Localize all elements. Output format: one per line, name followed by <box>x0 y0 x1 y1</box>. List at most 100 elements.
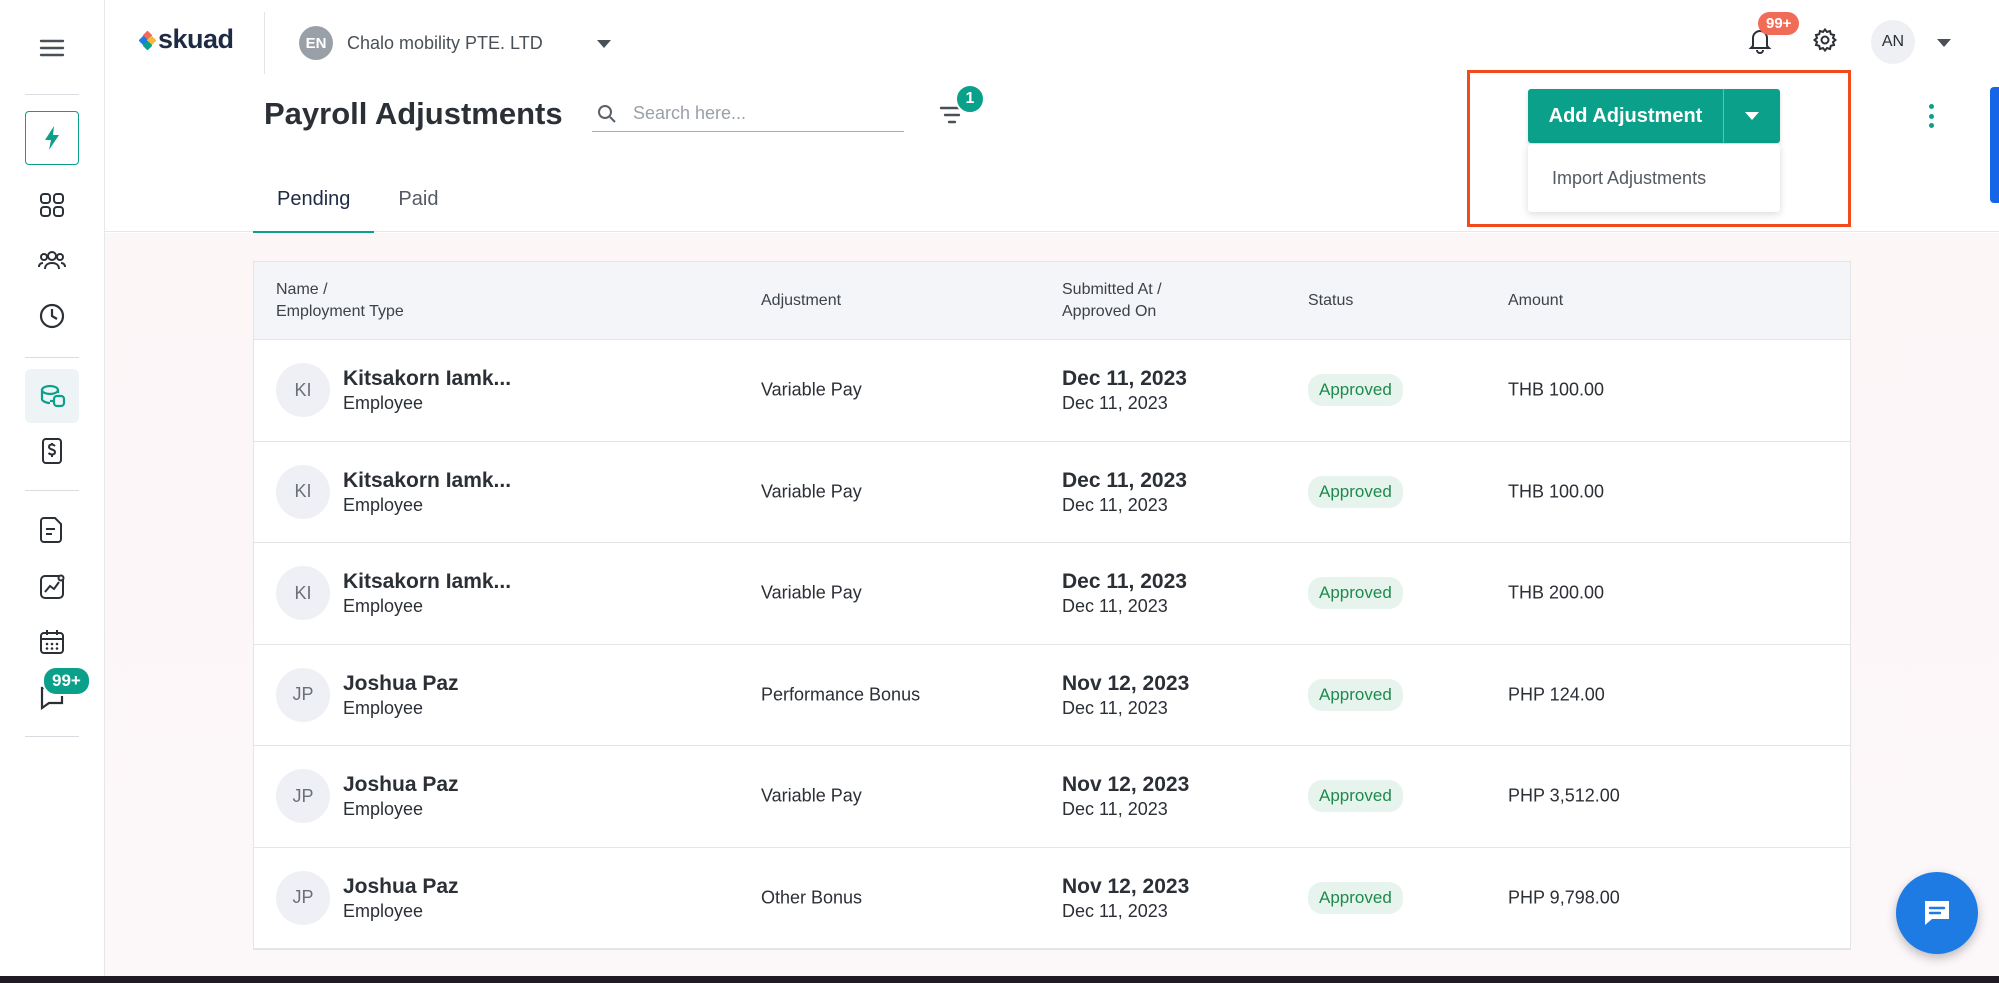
add-adjustment-button[interactable]: Add Adjustment <box>1528 89 1723 143</box>
adjustment-type: Variable Pay <box>761 582 862 603</box>
sidebar-divider <box>25 490 79 491</box>
tab-pending[interactable]: Pending <box>253 180 375 234</box>
employee-name[interactable]: Joshua Paz <box>343 772 459 798</box>
name-cell: Joshua Paz Employee <box>343 671 459 719</box>
sidebar-item-team[interactable] <box>25 233 79 287</box>
chart-icon <box>40 574 65 599</box>
sidebar-item-time[interactable] <box>25 289 79 343</box>
gear-icon[interactable] <box>1812 27 1838 53</box>
approved-date: Dec 11, 2023 <box>1062 494 1168 515</box>
employment-type: Employee <box>343 596 424 617</box>
status-badge: Approved <box>1308 475 1403 508</box>
filter-count-badge: 1 <box>955 84 985 114</box>
logo-mark-icon <box>138 30 157 50</box>
status-badge: Approved <box>1308 577 1403 610</box>
scroll-indicator[interactable] <box>1990 87 1999 203</box>
adjustment-type: Variable Pay <box>761 481 862 502</box>
column-header-adjustment[interactable]: Adjustment <box>761 290 841 312</box>
table-row[interactable]: KI Kitsakorn Iamk... Employee Variable Pay D… <box>254 340 1850 442</box>
employment-type: Employee <box>343 393 424 414</box>
grid-icon <box>40 193 64 217</box>
employee-avatar: KI <box>276 464 330 519</box>
table-body: KI Kitsakorn Iamk... Employee Variable Pay D… <box>254 340 1850 949</box>
employment-type: Employee <box>343 697 424 718</box>
column-header-status[interactable]: Status <box>1308 290 1353 312</box>
adjustments-table: Name / Employment Type Adjustment Submit… <box>253 261 1851 950</box>
lightning-icon <box>45 126 59 150</box>
dates-cell: Dec 11, 2023 Dec 11, 2023 <box>1062 468 1187 516</box>
amount: THB 200.00 <box>1508 582 1605 603</box>
chat-button[interactable] <box>1896 872 1978 954</box>
org-switcher[interactable]: EN Chalo mobility PTE. LTD <box>299 26 543 60</box>
employee-name[interactable]: Kitsakorn Iamk... <box>343 468 511 494</box>
caret-down-icon[interactable] <box>1937 39 1951 47</box>
sidebar: 99+ <box>0 0 105 983</box>
employee-name[interactable]: Kitsakorn Iamk... <box>343 569 511 595</box>
sidebar-item-reports[interactable] <box>25 560 79 614</box>
submitted-date: Dec 11, 2023 <box>1062 468 1187 492</box>
table-row[interactable]: JP Joshua Paz Employee Variable Pay Nov 12, … <box>254 746 1850 848</box>
amount: PHP 124.00 <box>1508 684 1605 705</box>
column-header-amount[interactable]: Amount <box>1508 290 1563 312</box>
people-icon <box>38 251 66 270</box>
employee-avatar: KI <box>276 363 330 418</box>
menu-item-import-adjustments[interactable]: Import Adjustments <box>1552 168 1706 189</box>
dates-cell: Dec 11, 2023 Dec 11, 2023 <box>1062 366 1187 414</box>
tab-paid[interactable]: Paid <box>374 180 462 233</box>
table-row[interactable]: JP Joshua Paz Employee Performance Bonus Nov… <box>254 644 1850 746</box>
search-input[interactable] <box>633 103 873 124</box>
hamburger-icon <box>39 39 65 57</box>
skuad-logo[interactable]: skuad <box>138 24 234 55</box>
more-options-icon[interactable] <box>1923 101 1939 131</box>
employee-name[interactable]: Joshua Paz <box>343 671 459 697</box>
tabs: Pending Paid <box>253 180 462 234</box>
sidebar-item-dashboard[interactable] <box>25 178 79 232</box>
approved-date: Dec 11, 2023 <box>1062 799 1168 820</box>
amount: THB 100.00 <box>1508 481 1605 502</box>
main-content: Name / Employment Type Adjustment Submit… <box>105 233 1999 976</box>
status-badge: Approved <box>1308 881 1403 914</box>
menu-button[interactable] <box>25 21 79 75</box>
dates-cell: Nov 12, 2023 Dec 11, 2023 <box>1062 671 1189 719</box>
employee-avatar: JP <box>276 667 330 722</box>
submitted-date: Dec 11, 2023 <box>1062 367 1187 391</box>
add-adjustment-dropdown-toggle[interactable] <box>1723 89 1780 143</box>
sidebar-item-payroll[interactable] <box>25 369 79 423</box>
logo-text: skuad <box>158 24 234 54</box>
caret-down-icon[interactable] <box>597 40 611 48</box>
sidebar-item-quick-actions[interactable] <box>25 111 79 165</box>
sidebar-item-invoices[interactable] <box>25 424 79 478</box>
employee-name[interactable]: Kitsakorn Iamk... <box>343 366 511 392</box>
dates-cell: Nov 12, 2023 Dec 11, 2023 <box>1062 874 1189 922</box>
window-bottom-edge <box>0 976 1999 983</box>
employee-avatar: JP <box>276 769 330 824</box>
adjustment-type: Performance Bonus <box>761 684 921 705</box>
user-avatar[interactable]: AN <box>1871 20 1915 64</box>
employee-avatar: KI <box>276 566 330 621</box>
column-header-name[interactable]: Name / Employment Type <box>276 279 404 323</box>
sidebar-item-documents[interactable] <box>25 503 79 557</box>
table-row[interactable]: JP Joshua Paz Employee Other Bonus Nov 12, 2… <box>254 847 1850 949</box>
dollar-document-icon <box>42 438 62 464</box>
employee-name[interactable]: Joshua Paz <box>343 874 459 900</box>
sidebar-divider <box>25 357 79 358</box>
name-cell: Kitsakorn Iamk... Employee <box>343 468 511 516</box>
table-row[interactable]: KI Kitsakorn Iamk... Employee Variable Pay D… <box>254 441 1850 543</box>
adjustment-type: Variable Pay <box>761 785 862 806</box>
org-name: Chalo mobility PTE. LTD <box>347 32 543 53</box>
approved-date: Dec 11, 2023 <box>1062 393 1168 414</box>
approved-date: Dec 11, 2023 <box>1062 596 1168 617</box>
document-icon <box>40 517 62 543</box>
name-cell: Joshua Paz Employee <box>343 874 459 922</box>
status-badge: Approved <box>1308 780 1403 813</box>
employment-type: Employee <box>343 799 424 820</box>
table-row[interactable]: KI Kitsakorn Iamk... Employee Variable Pay D… <box>254 543 1850 645</box>
header-divider <box>264 12 265 74</box>
status-badge: Approved <box>1308 374 1403 407</box>
submitted-date: Dec 11, 2023 <box>1062 570 1187 594</box>
calendar-icon <box>40 630 64 654</box>
column-header-submitted[interactable]: Submitted At / Approved On <box>1062 279 1162 323</box>
employee-avatar: JP <box>276 870 330 925</box>
sidebar-item-calendar[interactable] <box>25 615 79 669</box>
sidebar-divider <box>25 94 79 95</box>
